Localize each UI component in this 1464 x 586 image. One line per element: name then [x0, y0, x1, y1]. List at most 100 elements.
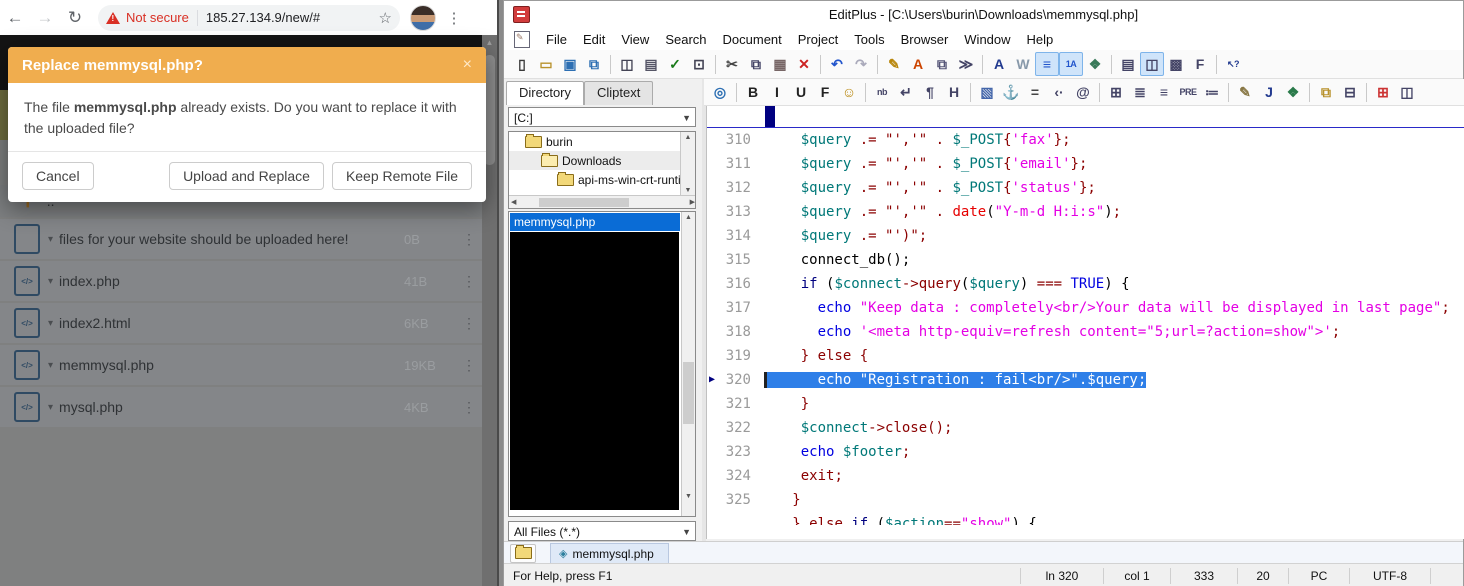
bold-icon[interactable]: B: [741, 80, 765, 104]
bookmark-star-icon[interactable]: ☆: [379, 9, 392, 27]
syntax-colors-icon[interactable]: ❖: [1083, 52, 1107, 76]
italic-icon[interactable]: I: [765, 80, 789, 104]
menu-document[interactable]: Document: [715, 32, 790, 47]
profile-avatar[interactable]: [410, 5, 436, 31]
line-spacing-icon[interactable]: ≡: [1035, 52, 1059, 76]
line-break-icon[interactable]: ↵: [894, 80, 918, 104]
address-bar[interactable]: ! Not secure 185.27.134.9/new/# ☆: [98, 5, 400, 31]
document-tab[interactable]: ◈memmysql.php: [550, 543, 669, 563]
print-icon[interactable]: ▤: [639, 52, 663, 76]
scrollbar-up-icon[interactable]: ▲: [482, 38, 497, 47]
file-row[interactable]: </>▾mysql.php4KB⋮: [0, 387, 482, 427]
image-icon[interactable]: ▧: [975, 80, 999, 104]
view-panel-icon[interactable]: ◫: [1140, 52, 1164, 76]
align-right-icon[interactable]: ≡: [1152, 80, 1176, 104]
underline-icon[interactable]: U: [789, 80, 813, 104]
file-row[interactable]: ▾ files for your website should be upload…: [0, 219, 482, 259]
delete-icon[interactable]: ✕: [792, 52, 816, 76]
file-row[interactable]: </>▾index2.html6KB⋮: [0, 303, 482, 343]
keep-remote-file-button[interactable]: Keep Remote File: [332, 162, 472, 190]
tree-item-burin[interactable]: burin: [509, 132, 695, 151]
copy-icon[interactable]: ⧉: [744, 52, 768, 76]
row-menu-icon[interactable]: ⋮: [456, 315, 482, 332]
filelist-vscrollbar[interactable]: ▲▼: [681, 212, 695, 516]
paragraph-icon[interactable]: ¶: [918, 80, 942, 104]
indent-icon[interactable]: ≫: [954, 52, 978, 76]
chevron-down-icon[interactable]: ▾: [48, 318, 53, 329]
menu-file[interactable]: File: [538, 32, 575, 47]
paste-icon[interactable]: ▦: [768, 52, 792, 76]
list-icon[interactable]: ≔: [1200, 80, 1224, 104]
script-icon[interactable]: ✎: [1233, 80, 1257, 104]
font-color-icon[interactable]: A: [906, 52, 930, 76]
selected-file[interactable]: memmysql.php: [510, 213, 680, 231]
save-all-icon[interactable]: ⧉: [582, 52, 606, 76]
special-character-icon[interactable]: @: [1071, 80, 1095, 104]
drive-select[interactable]: [C:]▼: [508, 107, 696, 127]
row-menu-icon[interactable]: ⋮: [456, 357, 482, 374]
view-function-icon[interactable]: F: [1188, 52, 1212, 76]
file-name[interactable]: files for your website should be uploade…: [59, 231, 404, 247]
row-menu-icon[interactable]: ⋮: [456, 231, 482, 248]
redo-icon[interactable]: ↷: [849, 52, 873, 76]
file-name[interactable]: index.php: [59, 273, 404, 289]
code-editor[interactable]: ----+----1----+----2----+----3----+----4…: [706, 106, 1464, 539]
word-wrap-icon[interactable]: W: [1011, 52, 1035, 76]
menu-window[interactable]: Window: [956, 32, 1018, 47]
menu-help[interactable]: Help: [1019, 32, 1062, 47]
folder-icon[interactable]: [510, 544, 536, 563]
horizontal-rule-icon[interactable]: =: [1023, 80, 1047, 104]
forward-icon[interactable]: →: [30, 8, 60, 28]
browser-preview-icon[interactable]: ◎: [708, 80, 732, 104]
preformatted-icon[interactable]: PRE: [1176, 80, 1200, 104]
menu-project[interactable]: Project: [790, 32, 846, 47]
line-numbers-icon[interactable]: 1A: [1059, 52, 1083, 76]
chevron-down-icon[interactable]: ▾: [48, 234, 53, 245]
menu-edit[interactable]: Edit: [575, 32, 613, 47]
url-text[interactable]: 185.27.134.9/new/#: [206, 10, 377, 25]
new-document-icon[interactable]: ▯: [510, 52, 534, 76]
not-secure-label[interactable]: Not secure: [126, 10, 189, 25]
tree-vscrollbar[interactable]: ▲▼: [680, 132, 695, 195]
tab-directory[interactable]: Directory: [506, 81, 584, 105]
highlight-marker-icon[interactable]: ✎: [882, 52, 906, 76]
html-document-icon[interactable]: ⊡: [687, 52, 711, 76]
copy-file-icon[interactable]: ⧉: [1314, 80, 1338, 104]
print-preview-icon[interactable]: ◫: [615, 52, 639, 76]
file-name[interactable]: memmysql.php: [59, 357, 404, 373]
chevron-down-icon[interactable]: ▾: [48, 360, 53, 371]
cancel-button[interactable]: Cancel: [22, 162, 94, 190]
emoticon-icon[interactable]: ☺: [837, 80, 861, 104]
save-icon[interactable]: ▣: [558, 52, 582, 76]
cut-icon[interactable]: ✂: [720, 52, 744, 76]
context-help-icon[interactable]: ↖?: [1221, 52, 1245, 76]
spell-check-icon[interactable]: ✓: [663, 52, 687, 76]
anchor-icon[interactable]: ⚓: [999, 80, 1023, 104]
comment-tag-icon[interactable]: ‹·: [1047, 80, 1071, 104]
row-menu-icon[interactable]: ⋮: [456, 399, 482, 416]
reload-icon[interactable]: ↻: [60, 8, 90, 28]
font-tag-icon[interactable]: F: [813, 80, 837, 104]
file-row[interactable]: </>▾index.php41B⋮: [0, 261, 482, 301]
align-center-icon[interactable]: ≣: [1128, 80, 1152, 104]
file-name[interactable]: index2.html: [59, 315, 404, 331]
table-icon[interactable]: ⊞: [1104, 80, 1128, 104]
javascript-icon[interactable]: J: [1257, 80, 1281, 104]
objects-icon[interactable]: ❖: [1281, 80, 1305, 104]
tree-hscrollbar[interactable]: ◀▶: [509, 195, 696, 208]
upload-and-replace-button[interactable]: Upload and Replace: [169, 162, 324, 190]
open-file-icon[interactable]: ▭: [534, 52, 558, 76]
frames-icon[interactable]: ◫: [1395, 80, 1419, 104]
menu-browser[interactable]: Browser: [893, 32, 957, 47]
row-menu-icon[interactable]: ⋮: [456, 273, 482, 290]
font-icon[interactable]: A: [987, 52, 1011, 76]
browser-menu-icon[interactable]: ⋮: [444, 9, 464, 27]
window-new-icon[interactable]: ⊟: [1338, 80, 1362, 104]
menu-search[interactable]: Search: [657, 32, 714, 47]
file-row[interactable]: </>▾memmysql.php19KB⋮: [0, 345, 482, 385]
chevron-down-icon[interactable]: ▾: [48, 276, 53, 287]
menu-tools[interactable]: Tools: [846, 32, 892, 47]
menu-view[interactable]: View: [613, 32, 657, 47]
undo-icon[interactable]: ↶: [825, 52, 849, 76]
back-icon[interactable]: ←: [0, 8, 30, 28]
